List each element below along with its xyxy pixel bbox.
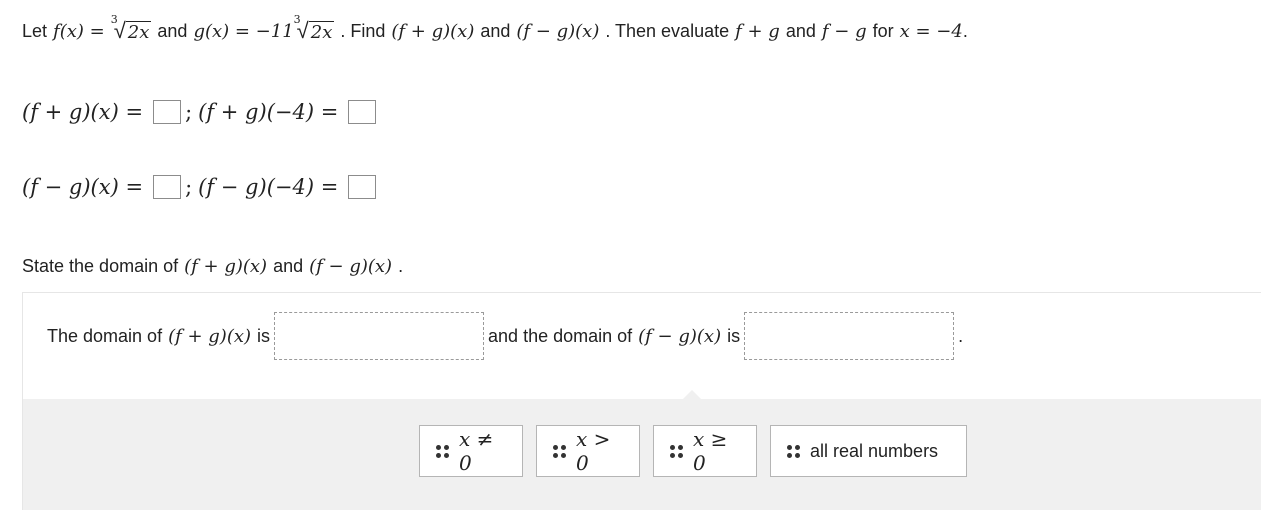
f-cube-root: 3 √ 2x bbox=[111, 13, 152, 44]
let-text: Let bbox=[22, 20, 48, 41]
find-text: . Find bbox=[340, 20, 386, 41]
then-text: . Then evaluate bbox=[605, 20, 730, 41]
separator: ; bbox=[185, 100, 193, 124]
domain-sentence-part1: The domain of bbox=[47, 325, 163, 346]
drag-handle-icon bbox=[787, 444, 800, 458]
is-text: is bbox=[257, 325, 271, 346]
and-text: and bbox=[157, 20, 188, 41]
diff-lhs: (f − g)(x) = bbox=[22, 175, 144, 199]
sum-lhs: (f + g)(x) = bbox=[22, 100, 144, 124]
x-value: x = −4 bbox=[899, 20, 963, 42]
drag-handle-icon bbox=[436, 444, 449, 458]
tray-pointer bbox=[683, 390, 701, 399]
end-period: . bbox=[958, 325, 964, 346]
and-text: and bbox=[273, 255, 304, 276]
g-definition: g(x) = −11 bbox=[193, 20, 294, 42]
fmg-expr: (f − g)(x) bbox=[638, 325, 722, 347]
fpg-domain-drop-zone[interactable] bbox=[274, 312, 485, 360]
tile-label: x ≥ 0 bbox=[693, 427, 728, 475]
fmg-expr: (f − g)(x) bbox=[516, 20, 600, 42]
fpg-expr: (f + g)(x) bbox=[168, 325, 252, 347]
fpg-short: f + g bbox=[735, 20, 780, 42]
drag-drop-panel: The domain of (f + g)(x) is and the doma… bbox=[22, 292, 1261, 510]
tile-x-greater-zero[interactable]: x > 0 bbox=[536, 425, 640, 477]
answer-tile-tray: x ≠ 0 x > 0 x ≥ 0 all real numbers bbox=[23, 390, 1261, 510]
tile-all-real-numbers[interactable]: all real numbers bbox=[770, 425, 967, 477]
end-period: . bbox=[398, 255, 404, 276]
and-text: and bbox=[480, 20, 511, 41]
is-text: is bbox=[727, 325, 741, 346]
drag-handle-icon bbox=[553, 444, 566, 458]
tile-x-not-zero[interactable]: x ≠ 0 bbox=[419, 425, 523, 477]
question-text: Let f(x) = 3 √ 2x and g(x) = −11 3 √ 2x … bbox=[22, 13, 968, 47]
domain-sentence: The domain of (f + g)(x) is and the doma… bbox=[47, 311, 963, 361]
diff-eval-lhs: (f − g)(−4) = bbox=[198, 175, 339, 199]
domain-prompt: State the domain of (f + g)(x) and (f − … bbox=[22, 251, 403, 281]
diff-expression-input[interactable] bbox=[153, 175, 182, 199]
answer-row-difference: (f − g)(x) = ; (f − g)(−4) = bbox=[22, 171, 380, 203]
sum-expression-input[interactable] bbox=[153, 100, 182, 124]
and-text: and bbox=[785, 20, 816, 41]
fpg-expr: (f + g)(x) bbox=[391, 20, 475, 42]
tile-label: x ≠ 0 bbox=[459, 427, 494, 475]
sum-eval-lhs: (f + g)(−4) = bbox=[198, 100, 339, 124]
diff-value-input[interactable] bbox=[348, 175, 377, 199]
tile-label: x > 0 bbox=[576, 427, 611, 475]
answer-row-sum: (f + g)(x) = ; (f + g)(−4) = bbox=[22, 96, 380, 128]
f-definition: f(x) = bbox=[53, 20, 105, 42]
domain-prompt-text: State the domain of bbox=[22, 255, 179, 276]
g-root-index: 3 bbox=[293, 12, 301, 26]
g-cube-root: 3 √ 2x bbox=[294, 13, 335, 44]
separator: ; bbox=[185, 175, 193, 199]
g-radicand: 2x bbox=[308, 20, 335, 43]
end-period: . bbox=[962, 20, 968, 41]
fmg-domain-drop-zone[interactable] bbox=[744, 312, 955, 360]
domain-sentence-part2: and the domain of bbox=[488, 325, 633, 346]
fmg-short: f − g bbox=[821, 20, 867, 42]
for-text: for bbox=[872, 20, 894, 41]
f-radicand: 2x bbox=[125, 20, 152, 43]
tile-x-greater-equal-zero[interactable]: x ≥ 0 bbox=[653, 425, 757, 477]
fmg-expr: (f − g)(x) bbox=[309, 255, 393, 277]
drag-handle-icon bbox=[670, 444, 683, 458]
f-root-index: 3 bbox=[110, 12, 118, 26]
tile-label: all real numbers bbox=[810, 440, 939, 461]
fpg-expr: (f + g)(x) bbox=[184, 255, 268, 277]
sum-value-input[interactable] bbox=[348, 100, 377, 124]
